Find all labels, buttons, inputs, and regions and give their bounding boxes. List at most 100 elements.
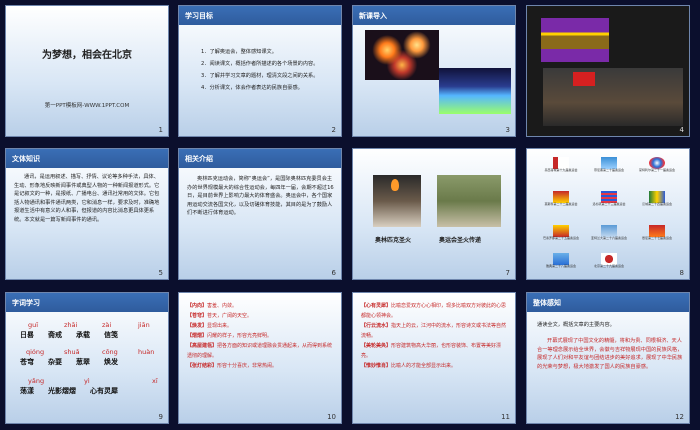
slide-9[interactable]: 字词学习 guī zhāi zài jiān 日晷 斋戒 承载 信笺 qióng… [5,292,169,424]
term: 【心有灵犀】 [361,303,392,309]
slide-7[interactable]: 奥林匹克圣火 奥运会圣火传递 7 [352,148,516,280]
slide-5[interactable]: 文体知识 通讯，是运用叙述、描写、抒情、议论等多种手法，具体、生动、形象地反映新… [5,148,169,280]
goal-item: 4．分析课文，体会作者表达的民族自豪感。 [201,85,303,91]
term: 【张灯结彩】 [187,363,218,369]
definition-item: 【苍穹】苍天，广阔的天空。 [187,311,337,321]
pinyin: cōng [102,348,118,356]
photo-caption: 奥运会圣火传递 [439,237,482,244]
goal-item: 2．阅读课文，概括作者所描述的各个场景的内容。 [201,61,319,67]
definition: 害羞、内敛。 [207,303,238,309]
olympic-logo: 蒙特利尔第二十一届奥运会 [637,157,677,181]
flag-bearer-photo [543,68,683,126]
term: 【美轮美奂】 [361,343,392,349]
logo-caption: 北京第二十九届奥运会 [593,264,624,268]
slide-number: 11 [501,413,510,421]
slide-12[interactable]: 整体感知 通读全文，概括文章的主要内容。 开幕式展现了中国文化的精髓，将和为贵、… [526,292,690,424]
slide-number: 5 [158,269,163,277]
pinyin: xī [152,377,158,385]
slide-number: 9 [158,413,163,421]
olympic-logo: 悉尼第二十七届奥运会 [637,225,677,249]
logo-caption: 洛杉矶第二十三届奥运会 [592,202,626,206]
olympic-logo: 墨西哥城第十九届奥运会 [541,157,581,181]
logo-caption: 墨西哥城第十九届奥运会 [544,168,578,172]
slide-number: 10 [327,413,336,421]
slide-8[interactable]: 墨西哥城第十九届奥运会 慕尼黑第二十届奥运会 蒙特利尔第二十一届奥运会 莫斯科第… [526,148,690,280]
pinyin: shuǎ [64,348,80,356]
term: 【内向】 [187,303,208,309]
olympic-logo: 巴塞罗那第二十五届奥运会 [541,225,581,249]
vocab-line: 荡漾 光影熠熠 心有灵犀 [20,387,118,395]
definition-item: 【心有灵犀】比喻恋爱双方心心相印，现多比喻双方对彼此的心思都能心领神会。 [361,301,511,321]
pinyin: yì [84,377,90,385]
slide-number: 2 [331,126,336,134]
pinyin: yǎng [28,377,45,385]
logo-caption: 慕尼黑第二十届奥运会 [593,168,624,172]
olympic-logo: 雅典第二十八届奥运会 [541,253,581,277]
slide-1[interactable]: 为梦想，相会在北京 第一PPT模板网-WWW.1PPT.COM 1 [5,5,169,137]
slide-6[interactable]: 相关介绍 奥林匹克运动会，简称“奥运会”，是国际奥林匹克委员会主办的世界规模最大… [178,148,342,280]
header-label: 新课导入 [359,12,387,20]
slide-header: 字词学习 [6,293,168,312]
goal-list: 1．了解奥运会，整体感知课文。 2．阅读课文，概括作者所描述的各个场景的内容。 … [191,46,318,94]
definition-list: 【心有灵犀】比喻恋爱双方心心相印，现多比喻双方对彼此的心思都能心领神会。 【行云… [361,301,511,371]
pinyin: jiān [138,321,150,329]
slide-header: 新课导入 [353,6,515,25]
pinyin: qióng [26,348,45,356]
term: 【熠熠】 [187,333,208,339]
definition-item: 【高屋建瓴】把各方面的知识或道理融会贯通起来，从而得到系统透彻的理解。 [187,341,337,361]
stadium-photo [439,68,511,114]
slide-header: 相关介绍 [179,149,341,168]
slide-3[interactable]: 新课导入 3 [352,5,516,137]
logo-caption: 汉城第二十四届奥运会 [641,202,672,206]
slide-number: 3 [505,126,510,134]
slide-footer: 第一PPT模板网-WWW.1PPT.COM [44,103,130,109]
logo-caption: 蒙特利尔第二十一届奥运会 [638,168,675,172]
definition-item: 【行云流水】指天上的云，江河中的流水，形容诗文或书法等自然流畅。 [361,321,511,341]
vocab-line: 日晷 斋戒 承载 信笺 [20,331,118,339]
body-text: 通讯，是运用叙述、描写、抒情、议论等多种手法，具体、生动、形象地反映新闻事件或典… [14,174,160,223]
header-label: 学习目标 [185,12,213,20]
slide-title: 为梦想，相会在北京 [42,50,132,61]
olympic-logo: 汉城第二十四届奥运会 [637,191,677,215]
definition-item: 【张灯结彩】形容十分喜庆，非常热闹。 [187,361,337,371]
slide-10[interactable]: 【内向】害羞、内敛。 【苍穹】苍天，广阔的天空。 【焕发】显现出来。 【熠熠】闪… [178,292,342,424]
slide-header: 文体知识 [6,149,168,168]
slide-2[interactable]: 学习目标 1．了解奥运会，整体感知课文。 2．阅读课文，概括作者所描述的各个场景… [178,5,342,137]
flag-icon [573,72,595,86]
definition: 苍天，广阔的天空。 [207,313,253,319]
definition: 闪耀的样子，形容光亮鲜明。 [207,333,273,339]
logo-caption: 亚特兰大第二十六届奥运会 [590,236,627,240]
torch-relay-photo [437,175,501,227]
goal-item: 1．了解奥运会，整体感知课文。 [201,49,277,55]
torch-lighting-photo [373,175,421,227]
goal-item: 3．了解并学习文章的题材，理清文段之间的关系。 [201,73,319,79]
slide-number: 1 [158,126,163,134]
slide-4[interactable]: 4 [526,5,690,137]
slide-header: 学习目标 [179,6,341,25]
header-label: 文体知识 [12,155,40,163]
header-label: 整体感知 [533,299,561,307]
flame-icon [391,179,399,191]
vocab-line: 苍穹 杂耍 葱翠 焕发 [20,358,118,366]
logo-caption: 雅典第二十八届奥运会 [545,264,576,268]
slide-number: 12 [675,413,684,421]
slide-11[interactable]: 【心有灵犀】比喻恋爱双方心心相印，现多比喻双方对彼此的心思都能心领神会。 【行云… [352,292,516,424]
term: 【行云流水】 [361,323,392,329]
header-label: 字词学习 [12,299,40,307]
olympic-logo: 洛杉矶第二十三届奥运会 [589,191,629,215]
term: 【惟妙惟肖】 [361,363,392,369]
olympic-logo: 慕尼黑第二十届奥运会 [589,157,629,181]
pinyin: zài [102,321,112,329]
definition-item: 【焕发】显现出来。 [187,321,337,331]
fireworks-photo [365,30,439,80]
definition: 比喻人的才能全部显示出来。 [391,363,457,369]
definition: 显现出来。 [207,323,233,329]
term: 【焕发】 [187,323,208,329]
slide-header: 整体感知 [527,293,689,312]
body-text: 奥林匹克运动会，简称“奥运会”，是国际奥林匹克委员会主办的世界规模最大的综合性运… [187,176,334,216]
slide-number: 7 [505,269,510,277]
olympic-logo: 北京第二十九届奥运会 [589,253,629,277]
definition: 形容十分喜庆，非常热闹。 [217,363,278,369]
definition-item: 【内向】害羞、内敛。 [187,301,337,311]
header-label: 相关介绍 [185,155,213,163]
